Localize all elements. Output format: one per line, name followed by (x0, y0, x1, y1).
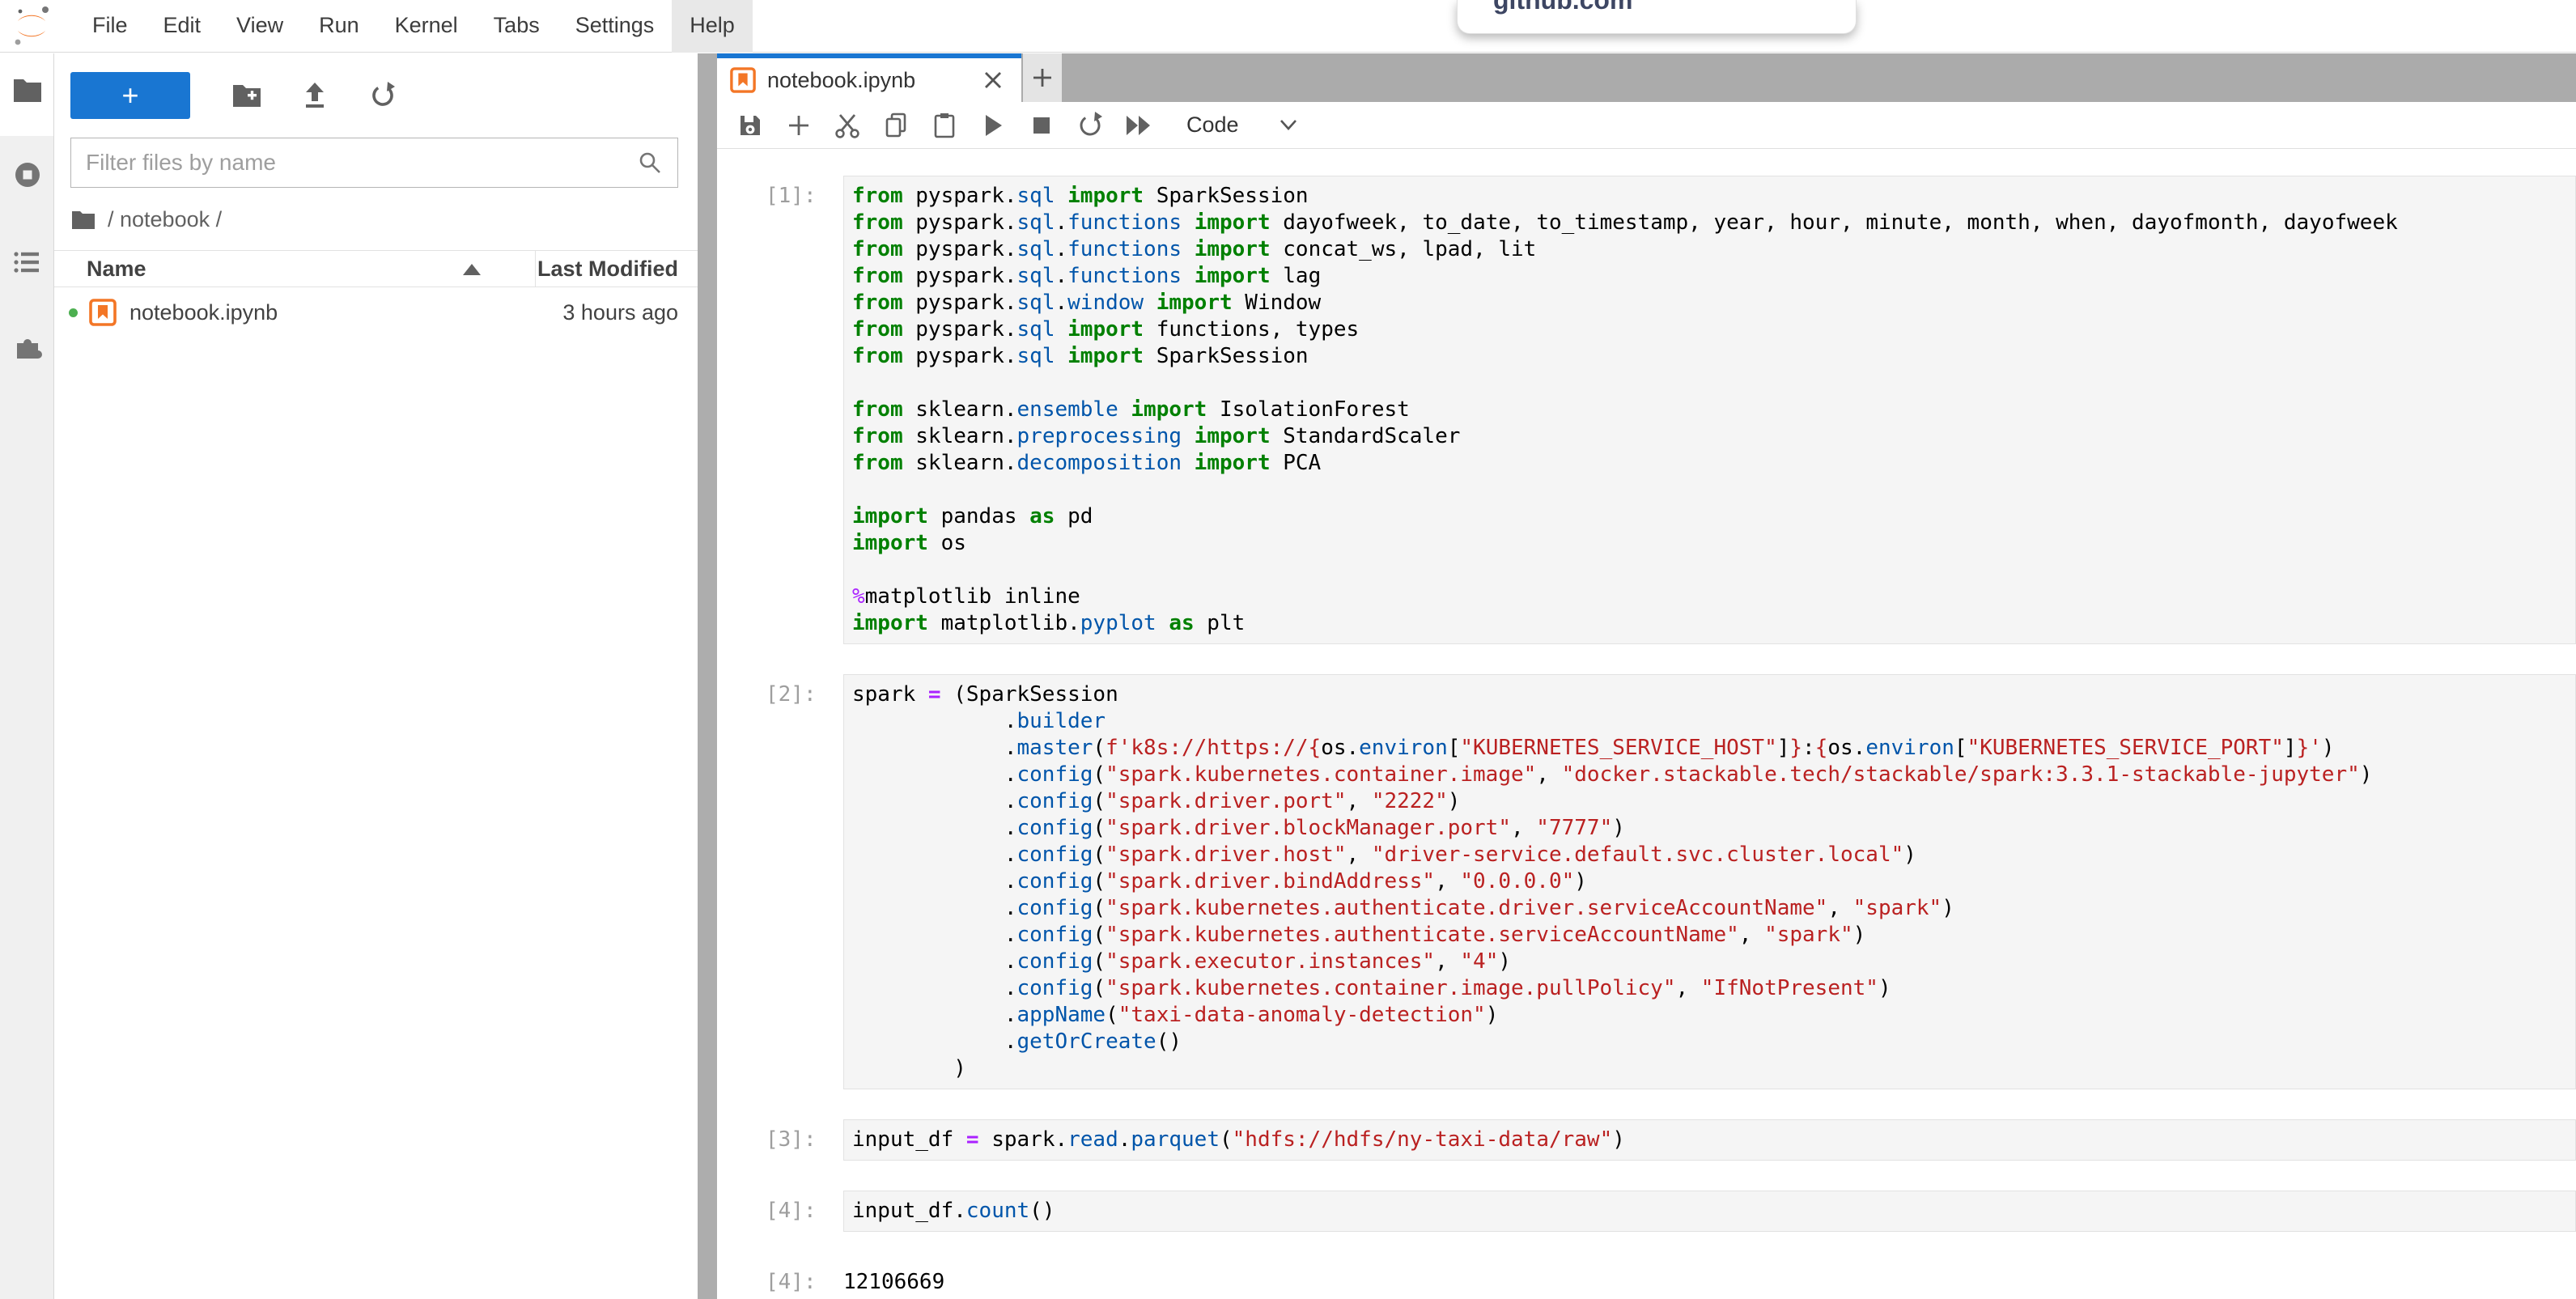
activity-bar (0, 53, 54, 1299)
code-cell: [1]:from pyspark.sql import SparkSession… (717, 176, 2576, 644)
input-prompt: [1]: (766, 176, 835, 644)
column-header-last-modified[interactable]: Last Modified (537, 257, 678, 282)
cell-editor[interactable]: input_df = spark.read.parquet("hdfs://hd… (843, 1119, 2576, 1161)
column-header-name[interactable]: Name (87, 257, 146, 282)
filter-files-box (70, 138, 678, 188)
truncated-dialog: github.com (1457, 0, 1857, 34)
cell-editor[interactable]: input_df.count() (843, 1191, 2576, 1232)
add-cell-icon[interactable] (785, 109, 813, 142)
new-launcher-button[interactable]: + (70, 72, 190, 119)
cut-cells-icon[interactable] (834, 109, 861, 142)
restart-run-all-icon[interactable] (1125, 109, 1152, 142)
jupyter-logo (13, 4, 50, 48)
cell-editor[interactable]: spark = (SparkSession .builder .master(f… (843, 674, 2576, 1089)
file-list-header: Name Last Modified (54, 250, 698, 287)
filter-files-input[interactable] (86, 150, 637, 176)
menu-item-kernel[interactable]: Kernel (377, 0, 476, 53)
code-cell: [2]:spark = (SparkSession .builder .mast… (717, 674, 2576, 1089)
file-name: notebook.ipynb (129, 300, 278, 325)
menu-item-settings[interactable]: Settings (558, 0, 673, 53)
chevron-down-icon[interactable] (1275, 109, 1302, 142)
tab-notebook[interactable]: notebook.ipynb (717, 53, 1021, 102)
input-prompt: [3]: (766, 1119, 835, 1161)
tab-label: notebook.ipynb (767, 68, 915, 93)
file-row[interactable]: notebook.ipynb 3 hours ago (54, 287, 698, 337)
search-icon (637, 150, 663, 176)
notebook-file-icon (89, 299, 117, 326)
extensions-icon[interactable] (0, 324, 54, 372)
column-divider (535, 251, 536, 287)
output-text: 12106669 (843, 1262, 944, 1296)
home-folder-icon[interactable] (70, 209, 96, 231)
file-last-modified: 3 hours ago (562, 300, 678, 325)
new-folder-icon[interactable] (224, 76, 269, 115)
menu-item-run[interactable]: Run (301, 0, 377, 53)
notebook-cells: [1]:from pyspark.sql import SparkSession… (717, 149, 2576, 1299)
breadcrumb[interactable]: / notebook / (70, 207, 698, 232)
plus-icon (1031, 66, 1054, 89)
file-browser-toolbar: + (54, 53, 698, 121)
menu-item-help[interactable]: Help (672, 0, 753, 53)
notebook-tab-icon (730, 67, 756, 93)
tab-close-icon[interactable] (978, 65, 1008, 96)
upload-icon[interactable] (292, 76, 337, 115)
panel-splitter[interactable] (698, 53, 717, 1299)
input-prompt: [4]: (766, 1191, 835, 1232)
notebook-toolbar: Code (717, 102, 2576, 149)
main-area: notebook.ipynb (717, 53, 2576, 1299)
new-tab-button[interactable] (1023, 53, 1062, 102)
tab-bar: notebook.ipynb (717, 53, 2576, 102)
refresh-icon[interactable] (360, 76, 405, 115)
run-cell-icon[interactable] (979, 109, 1007, 142)
save-icon[interactable] (736, 109, 764, 142)
menu-item-view[interactable]: View (219, 0, 301, 53)
file-browser-icon[interactable] (0, 66, 54, 114)
menu-bar: File Edit View Run Kernel Tabs Settings … (0, 0, 2576, 53)
dialog-text: github.com (1493, 0, 1632, 15)
file-browser-panel: + (54, 53, 698, 1299)
menu-item-edit[interactable]: Edit (146, 0, 219, 53)
paste-cells-icon[interactable] (931, 109, 958, 142)
running-kernels-icon[interactable] (0, 151, 54, 199)
kernel-running-dot (69, 308, 78, 317)
table-of-contents-icon[interactable] (0, 238, 54, 287)
menu-item-file[interactable]: File (74, 0, 146, 53)
input-prompt: [2]: (766, 674, 835, 1089)
breadcrumb-path: / notebook / (108, 207, 222, 232)
cell-type-dropdown[interactable]: Code (1186, 112, 1239, 138)
code-cell: [3]:input_df = spark.read.parquet("hdfs:… (717, 1119, 2576, 1161)
copy-cells-icon[interactable] (882, 109, 910, 142)
output-prompt: [4]: (766, 1262, 835, 1296)
sort-ascending-icon (463, 264, 481, 275)
app-shell: + (0, 53, 2576, 1299)
cell-editor[interactable]: from pyspark.sql import SparkSessionfrom… (843, 176, 2576, 644)
menu-item-tabs[interactable]: Tabs (476, 0, 558, 53)
stop-kernel-icon[interactable] (1028, 109, 1055, 142)
restart-kernel-icon[interactable] (1076, 109, 1104, 142)
code-cell: [4]:input_df.count() (717, 1191, 2576, 1232)
output-area: [4]:12106669 (717, 1262, 2576, 1296)
